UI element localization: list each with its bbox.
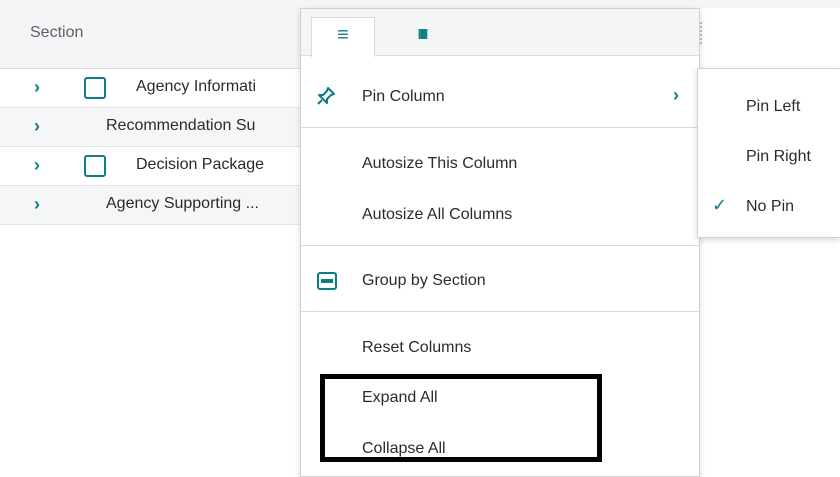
chevron-right-icon[interactable]: › (34, 77, 40, 98)
autosize-all-columns-label: Autosize All Columns (362, 206, 513, 223)
reset-columns-label: Reset Columns (362, 339, 472, 356)
column-header-empty (700, 8, 840, 68)
pin-left-menu-item[interactable]: Pin Left (698, 85, 840, 129)
row-label: Recommendation Su (106, 117, 256, 134)
row-label: Decision Package (136, 156, 265, 173)
general-menu-tab[interactable]: ≡ (311, 17, 375, 57)
column-resize-handle[interactable] (700, 22, 704, 44)
reset-columns-menu-item[interactable]: Reset Columns (301, 326, 699, 370)
pin-icon (315, 86, 337, 108)
column-header-section[interactable]: Section (30, 24, 83, 42)
group-by-section-label: Group by Section (362, 272, 486, 289)
menu-tab-bar: ≡ IIII (301, 9, 699, 57)
pin-submenu: Pin Left Pin Right ✓ No Pin (697, 68, 840, 238)
chevron-right-icon[interactable]: › (34, 155, 40, 176)
menu-divider (301, 127, 699, 128)
row-label: Agency Informati (136, 78, 257, 95)
hamburger-menu-icon: ≡ (337, 24, 349, 46)
chevron-right-icon: › (673, 85, 679, 105)
chevron-right-icon[interactable]: › (34, 116, 40, 137)
autosize-this-column-menu-item[interactable]: Autosize This Column (301, 142, 699, 186)
menu-divider (301, 245, 699, 246)
highlight-box (320, 374, 602, 462)
no-pin-menu-item[interactable]: ✓ No Pin (698, 185, 840, 229)
pin-column-label: Pin Column (362, 88, 445, 105)
checkmark-icon: ✓ (712, 195, 728, 215)
columns-tab[interactable]: IIII (391, 17, 453, 55)
group-by-section-menu-item[interactable]: Group by Section (301, 259, 699, 303)
row-checkbox[interactable] (84, 77, 106, 99)
autosize-all-columns-menu-item[interactable]: Autosize All Columns (301, 193, 699, 237)
menu-divider (301, 311, 699, 312)
row-checkbox[interactable] (84, 155, 106, 177)
autosize-this-column-label: Autosize This Column (362, 155, 518, 172)
group-icon (317, 272, 337, 290)
pin-right-label: Pin Right (746, 148, 811, 165)
columns-icon: IIII (417, 26, 429, 43)
pin-column-menu-item[interactable]: Pin Column › (301, 75, 699, 119)
pin-right-menu-item[interactable]: Pin Right (698, 135, 840, 179)
row-label: Agency Supporting ... (106, 195, 259, 212)
no-pin-label: No Pin (746, 198, 795, 215)
pin-left-label: Pin Left (746, 98, 801, 115)
chevron-right-icon[interactable]: › (34, 194, 40, 215)
